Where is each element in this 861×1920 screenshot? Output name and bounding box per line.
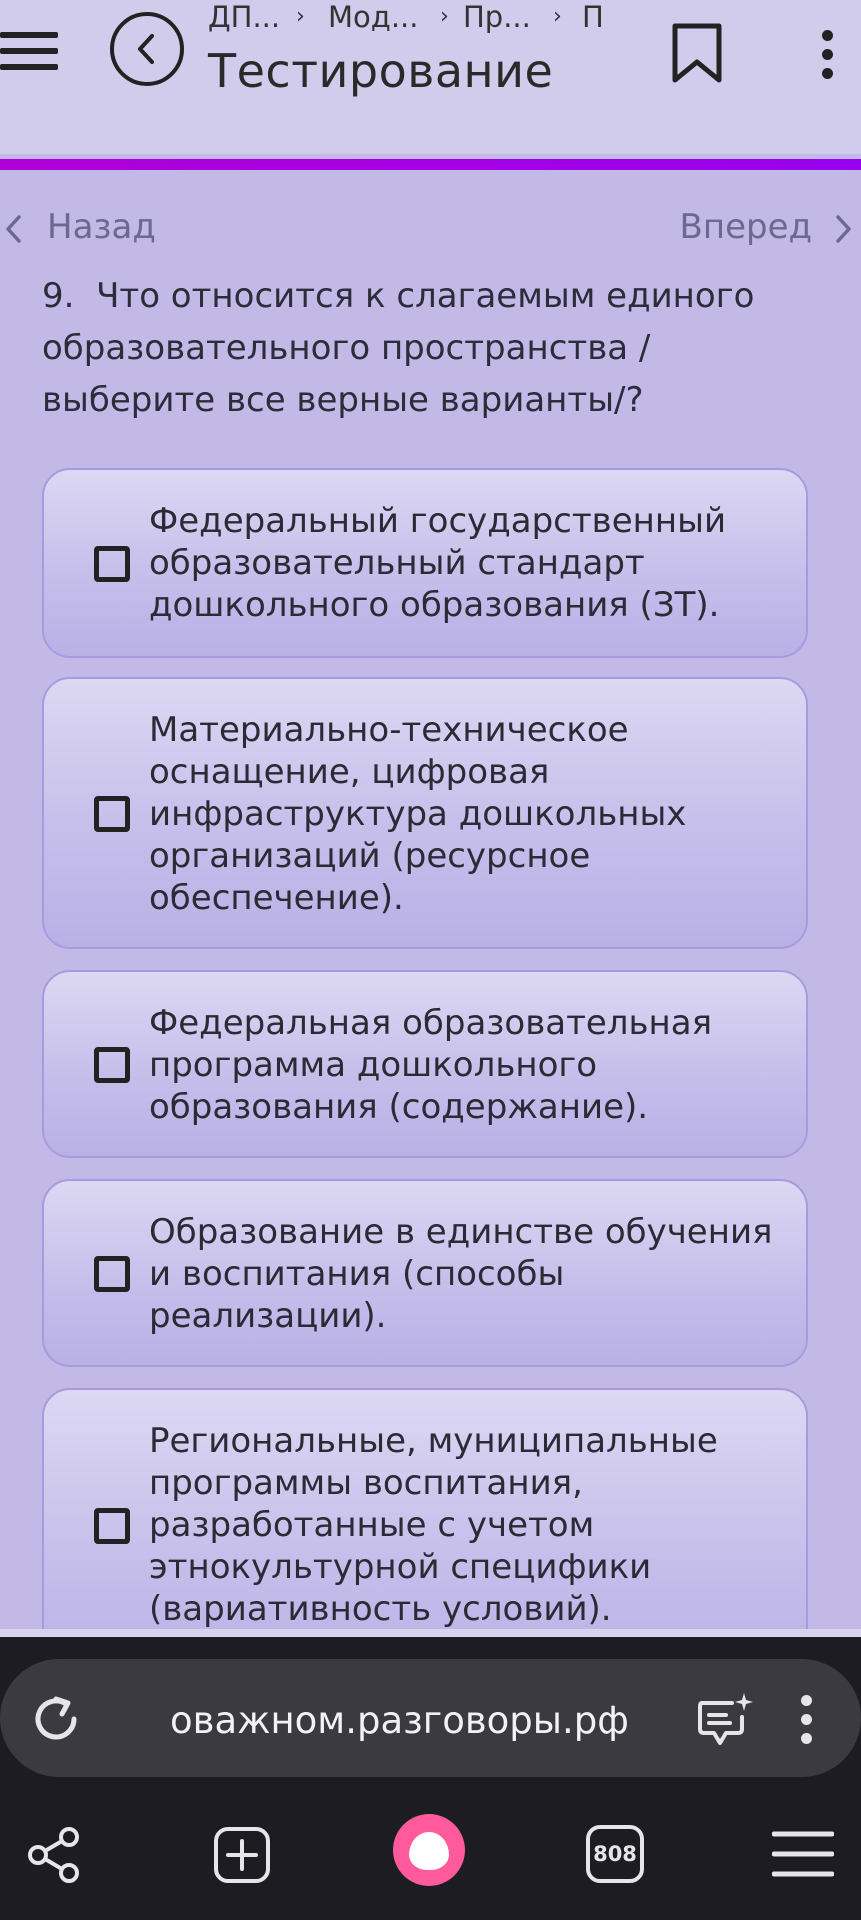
breadcrumb-separator: › [440,4,449,29]
menu-icon[interactable] [0,30,62,72]
share-icon[interactable] [25,1825,83,1885]
app-header: ДП... › Мод... › Пр... › П Тестирование [0,0,861,154]
back-button[interactable] [110,12,184,86]
breadcrumb-separator: › [296,4,305,29]
breadcrumb-item[interactable]: П [582,0,604,34]
checkbox-icon[interactable] [94,1047,130,1083]
bookmark-icon[interactable] [670,22,724,84]
checkbox-icon[interactable] [94,546,130,582]
chevron-left-icon [6,215,21,243]
option-label: Федеральная образовательная программа до… [149,1003,713,1127]
answer-option[interactable]: Федеральная образовательная программа до… [42,970,808,1158]
accent-bar [0,159,861,170]
more-vertical-icon[interactable] [800,1695,814,1745]
url-text[interactable]: оважном.разговоры.рф [170,1699,629,1742]
question-text: 9. Что относится к слагаемым единого обр… [42,270,832,426]
breadcrumb: ДП... › Мод... › Пр... › П [208,0,628,38]
new-tab-icon[interactable] [212,1825,272,1885]
chevron-right-icon [836,215,851,243]
address-bar[interactable]: оважном.разговоры.рф [0,1659,861,1777]
chat-sparkle-icon[interactable] [696,1691,754,1747]
option-label: Региональные, муниципальные программы во… [149,1421,718,1629]
checkbox-icon[interactable] [94,1508,130,1544]
next-button[interactable]: Вперед [661,204,861,254]
option-label: Федеральный государственный образователь… [149,501,727,625]
back-arrow-icon [138,34,154,64]
option-label: Образование в единстве обучения и воспит… [149,1212,773,1336]
prev-button[interactable]: Назад [0,204,180,254]
option-label: Материально-техническое оснащение, цифро… [149,710,687,918]
reload-icon[interactable] [28,1689,88,1749]
answer-option[interactable]: Федеральный государственный образователь… [42,468,808,658]
tabs-icon[interactable]: 808 [586,1825,644,1883]
page-title: Тестирование [208,44,554,98]
next-label: Вперед [679,207,812,247]
breadcrumb-item[interactable]: Мод... [328,0,418,34]
breadcrumb-item[interactable]: ДП... [208,0,280,34]
alice-icon[interactable] [393,1814,465,1886]
question-number: 9. [42,276,75,316]
question-body: Что относится к слагаемым единого образо… [42,276,755,420]
answer-option[interactable]: Образование в единстве обучения и воспит… [42,1179,808,1367]
checkbox-icon[interactable] [94,1256,130,1292]
checkbox-icon[interactable] [94,796,130,832]
prev-label: Назад [47,207,156,247]
breadcrumb-item[interactable]: Пр... [463,0,531,34]
breadcrumb-separator: › [553,4,562,29]
answer-option[interactable]: Материально-техническое оснащение, цифро… [42,677,808,949]
more-vertical-icon[interactable] [820,30,836,80]
hamburger-icon[interactable] [772,1829,834,1879]
